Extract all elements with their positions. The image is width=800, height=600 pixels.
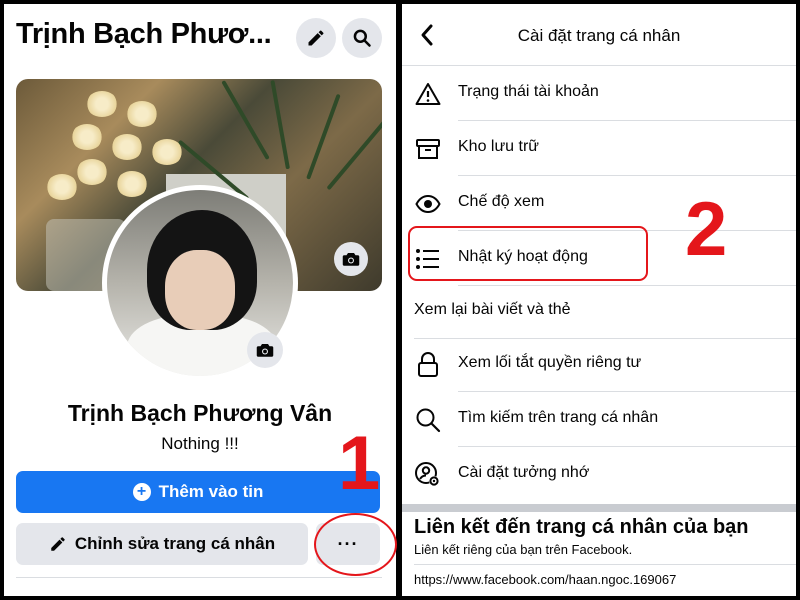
flower-shape xyxy=(111,134,143,160)
flower-shape xyxy=(71,124,103,150)
eye-icon xyxy=(414,190,442,218)
flower-shape xyxy=(126,101,158,127)
camera-icon xyxy=(342,253,360,266)
menu-item-label: Trạng thái tài khoản xyxy=(458,83,599,100)
avatar-face-shape xyxy=(165,250,235,330)
profile-link-url[interactable]: https://www.facebook.com/haan.ngoc.16906… xyxy=(414,572,676,587)
menu-item-memorialization-settings[interactable]: Cài đặt tưởng nhớ xyxy=(402,447,796,502)
menu-item-search-profile[interactable]: Tìm kiếm trên trang cá nhân xyxy=(402,392,796,447)
profile-link-subtitle: Liên kết riêng của bạn trên Facebook. xyxy=(414,542,633,557)
pencil-icon xyxy=(308,30,324,46)
search-button[interactable] xyxy=(342,18,382,58)
profile-header-title: Trịnh Bạch Phươ... xyxy=(16,18,272,50)
flower-shape xyxy=(76,159,108,185)
flower-shape xyxy=(46,174,78,200)
memorial-settings-icon xyxy=(414,461,442,489)
section-divider xyxy=(402,504,796,512)
lock-icon xyxy=(414,351,442,379)
flower-shape xyxy=(151,139,183,165)
cover-camera-button[interactable] xyxy=(334,242,368,276)
menu-item-label: Tìm kiếm trên trang cá nhân xyxy=(458,409,659,426)
leaf-shape xyxy=(326,118,382,191)
leaf-shape xyxy=(221,80,270,160)
highlight-oval xyxy=(314,513,397,576)
search-icon xyxy=(353,29,371,47)
add-to-story-button[interactable]: + Thêm vào tin xyxy=(16,471,380,513)
menu-item-view-as[interactable]: Chế độ xem xyxy=(402,176,796,231)
menu-item-archive[interactable]: Kho lưu trữ xyxy=(402,121,796,176)
pencil-icon xyxy=(51,537,65,551)
menu-item-account-status[interactable]: Trạng thái tài khoản xyxy=(402,66,796,121)
archive-icon xyxy=(414,135,442,163)
settings-title: Cài đặt trang cá nhân xyxy=(517,26,681,45)
edit-pencil-button[interactable] xyxy=(296,18,336,58)
divider xyxy=(414,564,796,565)
menu-item-label: Cài đặt tưởng nhớ xyxy=(458,464,590,481)
menu-item-label: Xem lối tắt quyền riêng tư xyxy=(458,354,642,371)
menu-item-review-posts-tags[interactable]: Xem lại bài viết và thẻ xyxy=(402,284,796,339)
plus-circle-icon: + xyxy=(132,483,151,501)
menu-item-label: Xem lại bài viết và thẻ xyxy=(414,301,571,318)
profile-panel: Trịnh Bạch Phươ... Trịnh Bạch Phương Vân… xyxy=(4,4,396,596)
flower-shape xyxy=(116,171,148,197)
step-number-1: 1 xyxy=(338,421,381,506)
leaf-shape xyxy=(270,80,290,170)
edit-profile-button[interactable]: Chỉnh sửa trang cá nhân xyxy=(16,523,308,565)
settings-header: Cài đặt trang cá nhân xyxy=(402,4,796,66)
profile-link-title: Liên kết đến trang cá nhân của bạn xyxy=(414,516,749,538)
divider xyxy=(16,577,382,578)
menu-item-privacy-shortcuts[interactable]: Xem lối tắt quyền riêng tư xyxy=(402,337,796,392)
leaf-shape xyxy=(306,93,341,180)
profile-settings-panel: Cài đặt trang cá nhân Trạng thái tài kho… xyxy=(402,4,796,596)
menu-item-label: Chế độ xem xyxy=(458,193,545,210)
step-number-2: 2 xyxy=(685,187,728,272)
edit-profile-label: Chỉnh sửa trang cá nhân xyxy=(74,534,276,553)
menu-item-label: Kho lưu trữ xyxy=(458,138,540,155)
flower-shape xyxy=(86,91,118,117)
warning-icon xyxy=(414,80,442,108)
add-to-story-label: Thêm vào tin xyxy=(158,482,264,501)
avatar-camera-button[interactable] xyxy=(247,332,283,368)
camera-icon xyxy=(256,344,274,357)
search-icon xyxy=(414,406,442,434)
highlight-rectangle xyxy=(408,226,648,281)
